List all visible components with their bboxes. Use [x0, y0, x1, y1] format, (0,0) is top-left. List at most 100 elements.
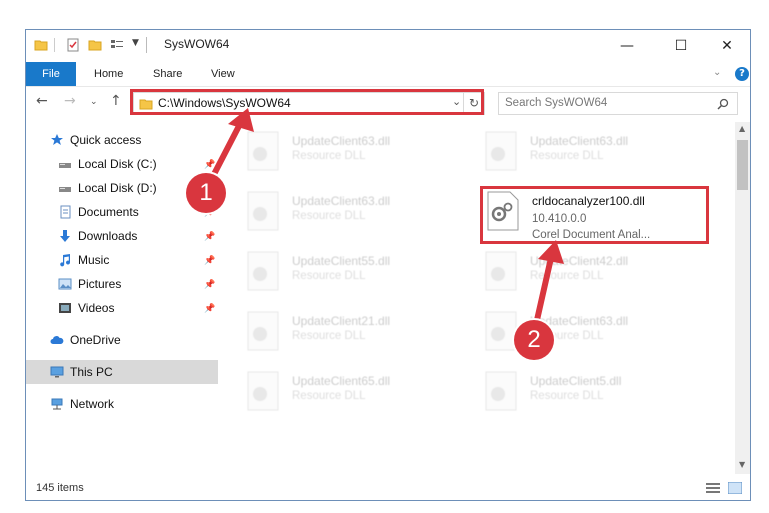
sidebar-item-onedrive[interactable]: OneDrive: [26, 328, 218, 352]
search-placeholder: Search SysWOW64: [505, 97, 608, 109]
scroll-up-icon[interactable]: ▲: [739, 124, 745, 133]
sidebar-item-label: OneDrive: [70, 333, 121, 347]
sidebar-item-downloads[interactable]: Downloads 📌: [26, 224, 218, 248]
cloud-icon: [50, 336, 64, 344]
pin-icon[interactable]: 📌: [204, 224, 215, 248]
dll-file-icon: [247, 131, 279, 171]
search-icon[interactable]: [717, 98, 729, 110]
address-highlight-box: [130, 89, 484, 115]
list-item[interactable]: UpdateClient65.dll Resource DLL: [246, 370, 466, 422]
sidebar-item-label: This PC: [70, 365, 113, 379]
maximize-button[interactable]: ☐: [658, 30, 704, 62]
file-name: UpdateClient63.dll: [292, 134, 391, 148]
title-bar: ▼ SysWOW64 — ☐ ✕: [26, 30, 750, 62]
pin-icon[interactable]: 📌: [204, 248, 215, 272]
sidebar-item-label: Local Disk (C:): [78, 157, 157, 171]
network-icon: [51, 398, 63, 410]
file-name: UpdateClient63.dll: [530, 134, 629, 148]
file-highlight-box: [480, 186, 709, 244]
dll-file-icon: [247, 191, 279, 231]
sidebar-item-music[interactable]: Music 📌: [26, 248, 218, 272]
list-item[interactable]: UpdateClient63.dll Resource DLL: [246, 190, 466, 242]
file-type: Resource DLL: [530, 150, 604, 162]
sidebar-item-network[interactable]: Network: [26, 392, 218, 416]
tab-view[interactable]: View: [211, 62, 235, 86]
tab-home[interactable]: Home: [94, 62, 123, 86]
pictures-icon: [58, 278, 72, 290]
sidebar-item-label: Local Disk (D:): [78, 181, 157, 195]
file-name: UpdateClient65.dll: [292, 374, 391, 388]
star-icon: [51, 134, 63, 145]
item-count: 145 items: [36, 482, 84, 494]
downloads-icon: [60, 230, 70, 242]
minimize-button[interactable]: —: [604, 30, 650, 62]
dll-file-icon: [247, 371, 279, 411]
details-view-icon[interactable]: [706, 482, 720, 494]
tab-file[interactable]: File: [26, 62, 76, 86]
new-folder-icon[interactable]: [88, 38, 102, 52]
computer-icon: [50, 366, 64, 378]
file-type: Resource DLL: [292, 150, 366, 162]
sidebar-item-quick-access[interactable]: Quick access: [26, 128, 218, 152]
sidebar-item-videos[interactable]: Videos 📌: [26, 296, 218, 320]
up-arrow-icon[interactable]: ↑: [110, 93, 122, 109]
step-1-badge: 1: [186, 173, 226, 213]
dll-file-icon: [485, 131, 517, 171]
file-type: Resource DLL: [292, 210, 366, 222]
list-item[interactable]: UpdateClient63.dll Resource DLL: [484, 130, 704, 182]
dll-file-icon: [247, 311, 279, 351]
sidebar-item-pictures[interactable]: Pictures 📌: [26, 272, 218, 296]
sidebar-item-label: Music: [78, 253, 110, 267]
scrollbar-thumb[interactable]: [737, 140, 748, 190]
list-item[interactable]: UpdateClient55.dll Resource DLL: [246, 250, 466, 302]
view-icon[interactable]: [110, 38, 124, 52]
file-type: Resource DLL: [530, 270, 604, 282]
help-icon[interactable]: ?: [735, 67, 749, 81]
file-name: UpdateClient63.dll: [292, 194, 391, 208]
file-name: UpdateClient5.dll: [530, 374, 622, 388]
folder-icon: [34, 40, 48, 51]
step-2-badge: 2: [514, 320, 554, 360]
dll-file-icon: [485, 251, 517, 291]
forward-arrow-icon[interactable]: →: [64, 93, 76, 109]
expand-ribbon-icon[interactable]: ⌄: [713, 67, 721, 78]
list-item[interactable]: UpdateClient63.dll Resource DLL: [246, 130, 466, 182]
back-arrow-icon[interactable]: ←: [36, 93, 48, 109]
vertical-scrollbar[interactable]: ▲ ▼: [735, 122, 750, 474]
sidebar-item-label: Documents: [78, 205, 139, 219]
close-button[interactable]: ✕: [704, 30, 750, 62]
list-item[interactable]: UpdateClient5.dll Resource DLL: [484, 370, 704, 422]
pin-icon[interactable]: 📌: [204, 296, 215, 320]
file-type: Resource DLL: [292, 390, 366, 402]
window-title: SysWOW64: [164, 37, 230, 51]
file-type: Resource DLL: [292, 330, 366, 342]
search-input[interactable]: Search SysWOW64: [498, 92, 738, 115]
file-type: Resource DLL: [292, 270, 366, 282]
documents-icon: [60, 205, 71, 219]
sidebar-item-label: Pictures: [78, 277, 122, 291]
chevron-down-icon[interactable]: ▼: [132, 38, 139, 48]
file-list: UpdateClient63.dll Resource DLL UpdateCl…: [236, 122, 736, 474]
dll-file-icon: [247, 251, 279, 291]
drive-icon: [59, 163, 71, 168]
file-name: UpdateClient42.dll: [530, 254, 629, 268]
properties-icon[interactable]: [66, 38, 80, 52]
sidebar-item-label: Videos: [78, 301, 115, 315]
list-item[interactable]: UpdateClient42.dll Resource DLL: [484, 250, 704, 302]
sidebar-item-label: Network: [70, 397, 115, 411]
drive-icon: [59, 187, 71, 192]
pin-icon[interactable]: 📌: [204, 272, 215, 296]
music-icon: [60, 254, 71, 267]
status-bar: 145 items: [26, 474, 750, 500]
videos-icon: [59, 303, 71, 313]
large-icons-view-icon[interactable]: [728, 482, 742, 494]
recent-locations-icon[interactable]: ⌄: [90, 97, 98, 107]
sidebar-item-local-disk-c[interactable]: Local Disk (C:) 📌: [26, 152, 218, 176]
dll-file-icon: [485, 311, 517, 351]
tab-share[interactable]: Share: [153, 62, 182, 86]
divider: [146, 37, 147, 53]
sidebar-item-label: Downloads: [78, 229, 138, 243]
sidebar-item-this-pc[interactable]: This PC: [26, 360, 218, 384]
list-item[interactable]: UpdateClient21.dll Resource DLL: [246, 310, 466, 362]
scroll-down-icon[interactable]: ▼: [739, 460, 745, 469]
